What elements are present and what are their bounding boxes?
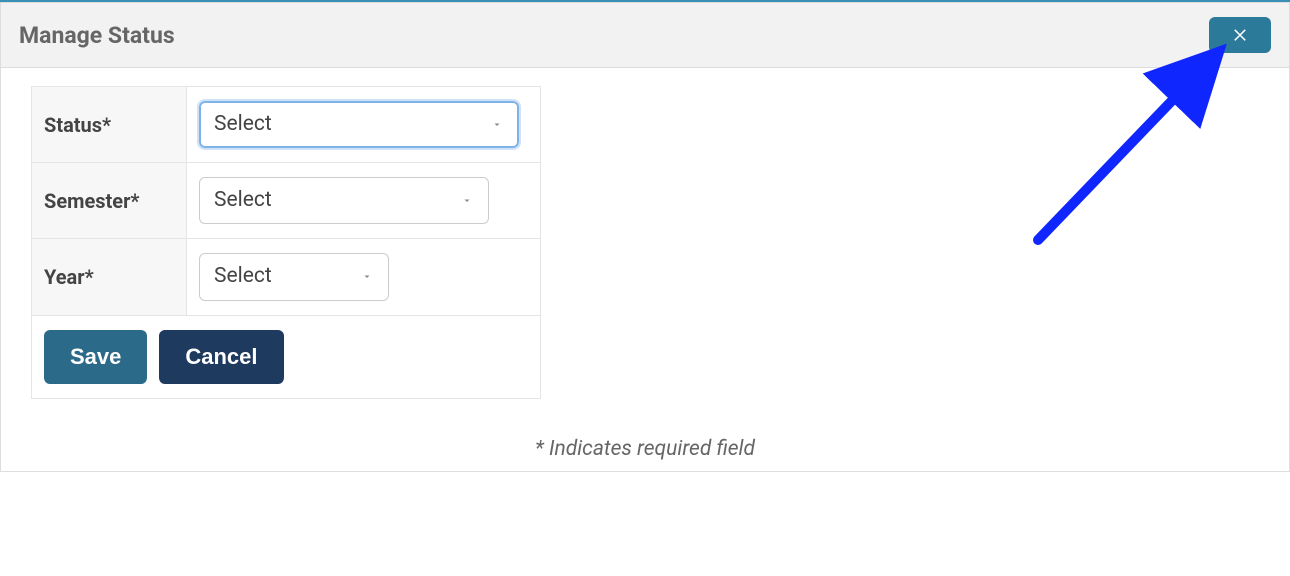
- panel-header: Manage Status: [1, 3, 1289, 68]
- year-select[interactable]: Select: [199, 253, 389, 300]
- status-select[interactable]: Select: [199, 101, 519, 148]
- status-select-wrap: Select: [199, 101, 519, 148]
- year-select-wrap: Select: [199, 253, 389, 300]
- semester-select-wrap: Select: [199, 177, 489, 224]
- year-select-value: Select: [214, 264, 272, 288]
- panel-title: Manage Status: [19, 22, 175, 49]
- close-icon: [1231, 25, 1249, 46]
- semester-select[interactable]: Select: [199, 177, 489, 224]
- button-row: Save Cancel: [32, 315, 541, 398]
- required-field-note: * Indicates required field: [31, 437, 1259, 461]
- form-row-status: Status* Select: [32, 87, 541, 163]
- form-row-year: Year* Select: [32, 239, 541, 315]
- label-status: Status*: [32, 87, 187, 163]
- label-year: Year*: [32, 239, 187, 315]
- label-semester: Semester*: [32, 163, 187, 239]
- form-row-semester: Semester* Select: [32, 163, 541, 239]
- status-select-value: Select: [214, 112, 272, 136]
- form-table: Status* Select Semester*: [31, 86, 541, 399]
- cancel-button[interactable]: Cancel: [159, 330, 283, 384]
- semester-select-value: Select: [214, 188, 272, 212]
- manage-status-panel: Manage Status Status* Select: [0, 2, 1290, 472]
- panel-body: Status* Select Semester*: [1, 68, 1289, 471]
- close-button[interactable]: [1209, 17, 1271, 53]
- save-button[interactable]: Save: [44, 330, 147, 384]
